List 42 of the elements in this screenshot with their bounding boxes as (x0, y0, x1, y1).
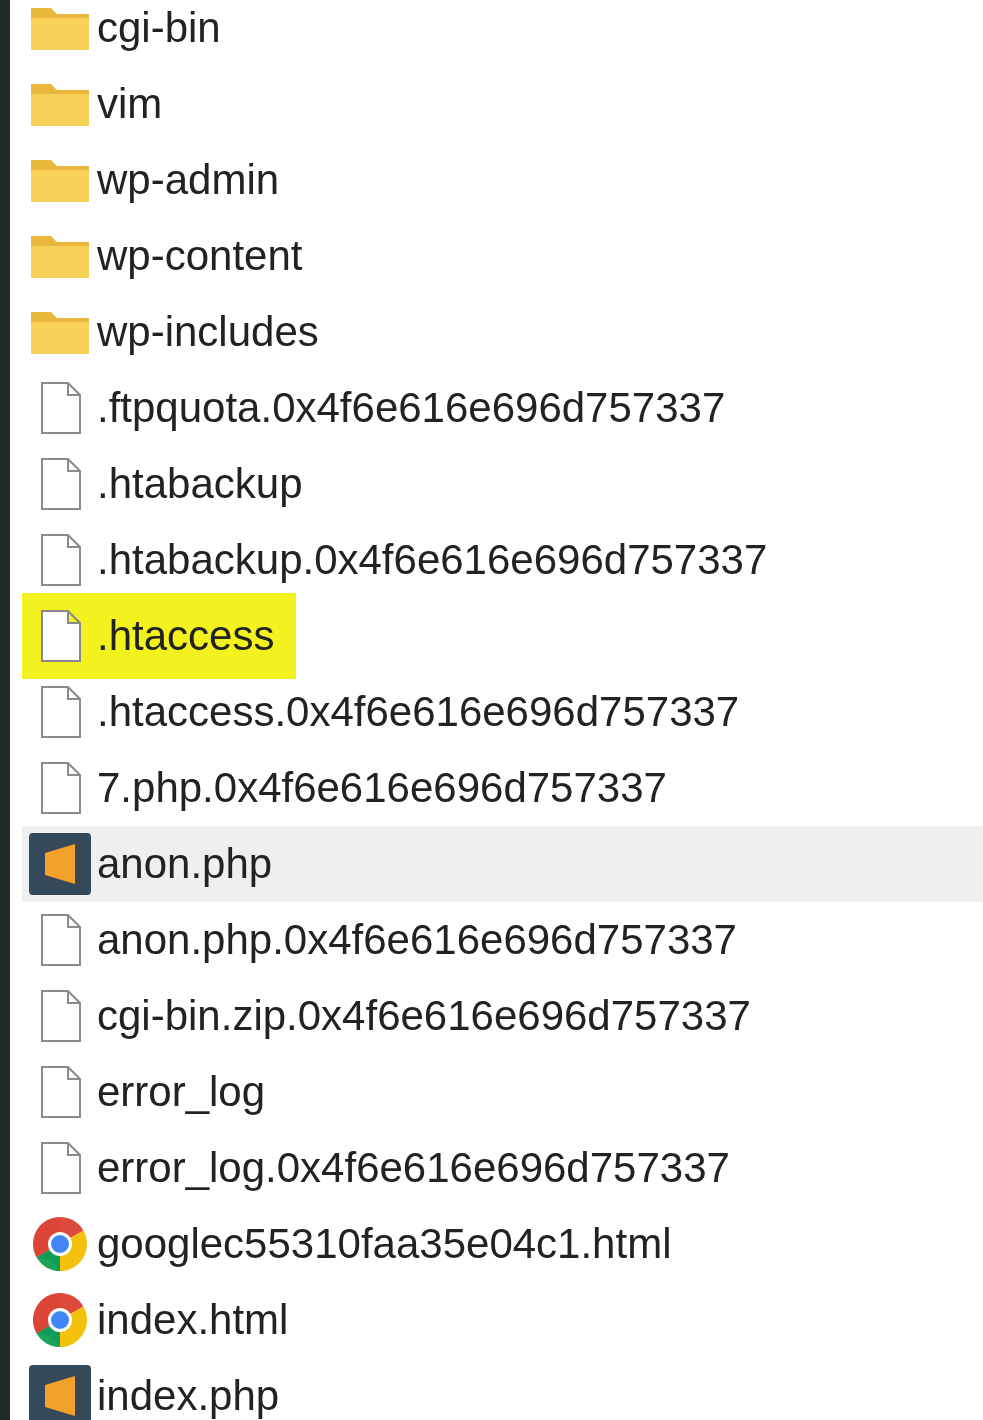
file-row[interactable]: cgi-bin (22, 0, 983, 66)
sublime-icon (28, 833, 91, 895)
file-row[interactable]: anon.php (22, 826, 983, 902)
file-row[interactable]: wp-includes (22, 294, 983, 370)
file-row[interactable]: .htabackup (22, 446, 983, 522)
file-name: anon.php (97, 843, 273, 885)
file-row[interactable]: error_log (22, 1054, 983, 1130)
file-name: cgi-bin (97, 7, 221, 49)
file-row[interactable]: anon.php.0x4f6e616e696d757337 (22, 902, 983, 978)
file-name: .htaccess (97, 615, 275, 657)
file-name: wp-content (97, 235, 303, 277)
file-row[interactable]: .htabackup.0x4f6e616e696d757337 (22, 522, 983, 598)
file-name: .htabackup.0x4f6e616e696d757337 (97, 539, 768, 581)
file-name: anon.php.0x4f6e616e696d757337 (97, 919, 737, 961)
file-name: index.php (97, 1375, 280, 1417)
file-row[interactable]: .ftpquota.0x4f6e616e696d757337 (22, 370, 983, 446)
file-name: googlec55310faa35e04c1.html (97, 1223, 672, 1265)
file-row[interactable]: .htaccess (22, 598, 983, 674)
file-row[interactable]: wp-admin (22, 142, 983, 218)
file-name: .htaccess.0x4f6e616e696d757337 (97, 691, 740, 733)
file-row[interactable]: index.php (22, 1358, 983, 1420)
file-row[interactable]: cgi-bin.zip.0x4f6e616e696d757337 (22, 978, 983, 1054)
sublime-icon (28, 1365, 91, 1420)
file-name: vim (97, 83, 163, 125)
file-name: index.html (97, 1299, 289, 1341)
file-name: wp-admin (97, 159, 280, 201)
chrome-icon (30, 1215, 89, 1273)
file-name: error_log.0x4f6e616e696d757337 (97, 1147, 730, 1189)
file-name: .ftpquota.0x4f6e616e696d757337 (97, 387, 726, 429)
file-row[interactable]: vim (22, 66, 983, 142)
file-row[interactable]: googlec55310faa35e04c1.html (22, 1206, 983, 1282)
file-name: cgi-bin.zip.0x4f6e616e696d757337 (97, 995, 751, 1037)
file-row[interactable]: 7.php.0x4f6e616e696d757337 (22, 750, 983, 826)
file-name: wp-includes (97, 311, 319, 353)
file-name: 7.php.0x4f6e616e696d757337 (97, 767, 667, 809)
file-row[interactable]: wp-content (22, 218, 983, 294)
file-row[interactable]: index.html (22, 1282, 983, 1358)
file-name: error_log (97, 1071, 266, 1113)
file-row[interactable]: .htaccess.0x4f6e616e696d757337 (22, 674, 983, 750)
file-row[interactable]: error_log.0x4f6e616e696d757337 (22, 1130, 983, 1206)
file-name: .htabackup (97, 463, 303, 505)
chrome-icon (30, 1291, 89, 1349)
